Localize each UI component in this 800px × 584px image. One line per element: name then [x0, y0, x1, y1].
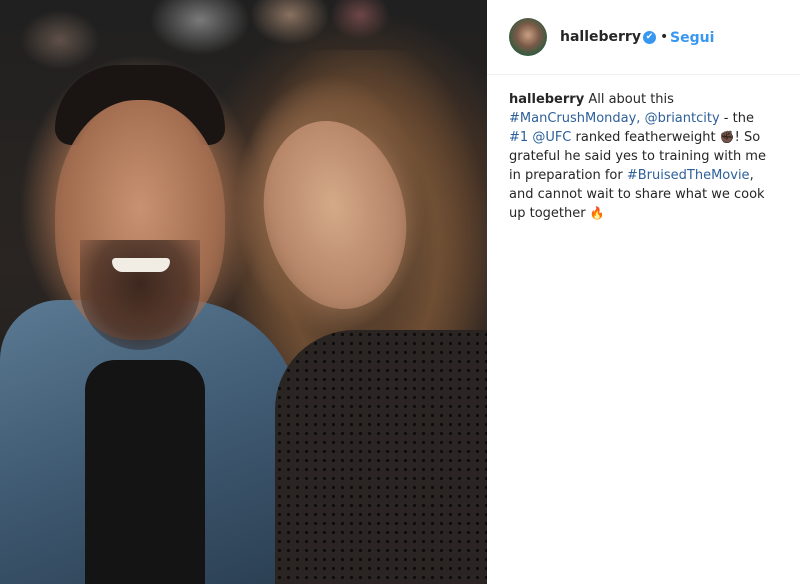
fire-emoji-icon: 🔥	[589, 206, 605, 220]
caption-username[interactable]: halleberry	[509, 92, 584, 107]
mention-link[interactable]: @briantcity	[645, 111, 720, 126]
profile-avatar[interactable]	[509, 18, 547, 56]
mention-link[interactable]: @UFC	[532, 130, 571, 145]
man-smile	[112, 258, 170, 272]
polka-dot-sleeve	[275, 330, 487, 584]
caption-text: All about this	[584, 92, 674, 107]
post-side-panel: halleberry ✔ • Segui halleberry All abou…	[487, 0, 800, 584]
follow-button[interactable]: Segui	[670, 30, 714, 46]
separator-dot: •	[660, 29, 669, 45]
post-photo[interactable]	[0, 0, 487, 584]
fist-emoji-icon: ✊🏿	[719, 130, 735, 144]
hashtag-link[interactable]: #1	[509, 130, 528, 145]
caption-text: ranked featherweight	[571, 130, 720, 145]
hashtag-link[interactable]: #ManCrushMonday,	[509, 111, 640, 126]
caption-text: - the	[719, 111, 754, 126]
post-header: halleberry ✔ • Segui	[487, 0, 800, 75]
header-username[interactable]: halleberry	[560, 29, 641, 45]
verified-badge-icon: ✔	[643, 31, 656, 44]
post-caption: halleberry All about this #ManCrushMonda…	[509, 90, 769, 223]
black-shirt	[85, 360, 205, 584]
hashtag-link[interactable]: #BruisedTheMovie	[627, 168, 750, 183]
